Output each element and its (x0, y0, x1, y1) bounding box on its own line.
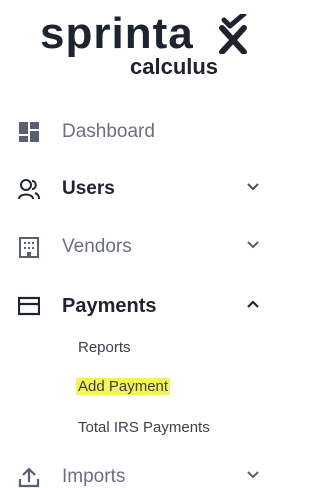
chevron-down-icon (247, 183, 259, 191)
chevron-up-icon (247, 300, 259, 308)
submenu-item-add-payment[interactable]: Add Payment (76, 377, 171, 397)
add-payment-label: Add Payment (76, 378, 171, 395)
sidebar-item-label: Payments (62, 295, 157, 317)
upload-icon (18, 467, 40, 488)
sidebar-item-label: Dashboard (62, 121, 155, 142)
sidebar-item-dashboard[interactable]: Dashboard (0, 111, 264, 151)
logo-wordmark: sprinta (40, 9, 194, 58)
users-icon (18, 179, 40, 200)
logo-x-checkmark-icon (219, 14, 247, 54)
sprintax-calculus-logo[interactable]: sprinta calculus (40, 8, 250, 80)
sidebar-item-label: Vendors (62, 236, 132, 257)
submenu-item-total-irs-payments[interactable]: Total IRS Payments (78, 418, 210, 438)
sidebar: sprinta calculus Dashboard Users Vendors… (0, 0, 264, 488)
dashboard-icon (19, 122, 39, 142)
submenu-item-reports[interactable]: Reports (78, 338, 131, 358)
credit-card-icon (18, 296, 40, 316)
sidebar-item-label: Imports (62, 466, 126, 487)
sidebar-item-label: Users (62, 178, 115, 199)
logo-subtitle: calculus (130, 54, 219, 79)
sidebar-item-vendors[interactable]: Vendors (0, 226, 264, 266)
chevron-down-icon (247, 241, 259, 249)
building-icon (19, 237, 39, 258)
chevron-down-icon (247, 471, 259, 479)
sidebar-item-imports[interactable]: Imports (0, 456, 264, 488)
sidebar-item-payments[interactable]: Payments (0, 285, 264, 325)
sidebar-item-users[interactable]: Users (0, 168, 264, 208)
